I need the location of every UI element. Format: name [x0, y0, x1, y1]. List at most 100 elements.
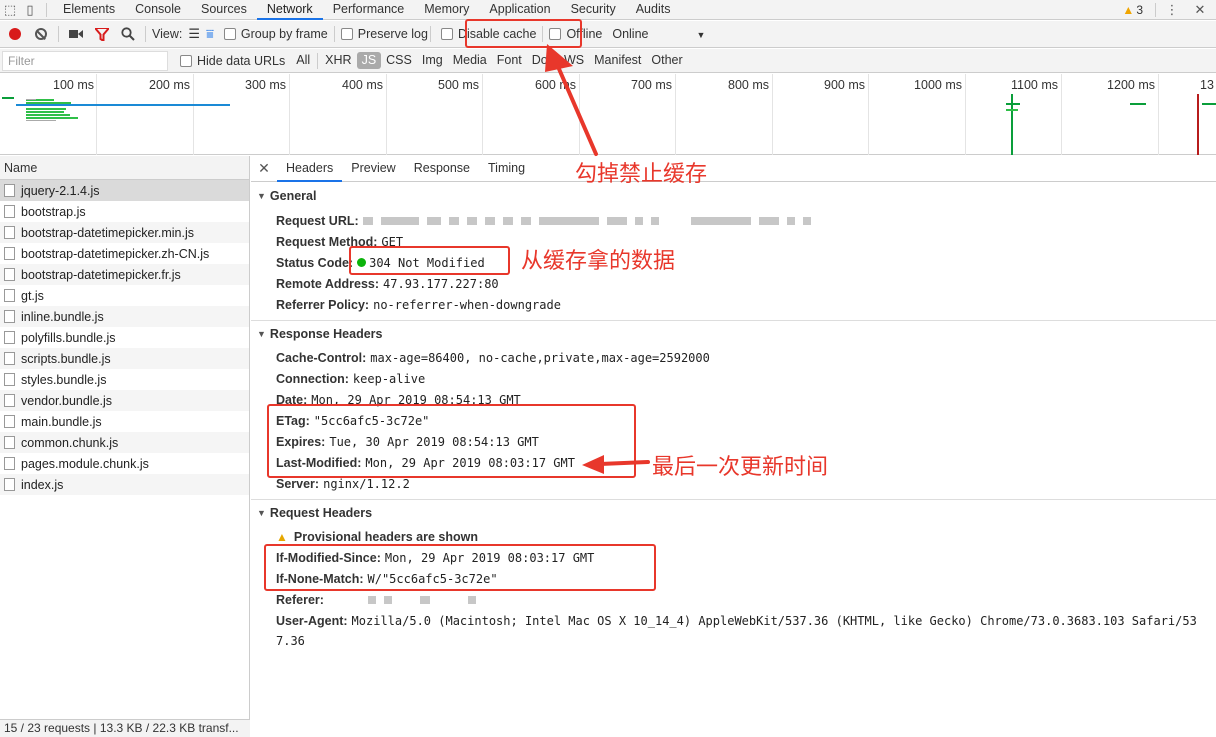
- network-overview-timeline[interactable]: 100 ms 200 ms 300 ms 400 ms 500 ms 600 m…: [0, 74, 1216, 155]
- tab-sources[interactable]: Sources: [191, 0, 257, 20]
- tab-security[interactable]: Security: [561, 0, 626, 20]
- tab-network[interactable]: Network: [256, 0, 323, 20]
- request-row[interactable]: vendor.bundle.js: [0, 390, 249, 411]
- tab-timing[interactable]: Timing: [479, 156, 534, 182]
- offline-checkbox[interactable]: Offline: [549, 27, 602, 41]
- file-icon: [4, 268, 15, 281]
- filter-type-media[interactable]: Media: [448, 52, 492, 69]
- waterfall-overview-icon[interactable]: ⩸: [206, 26, 214, 42]
- toolbar-divider: [145, 26, 146, 42]
- filter-type-all[interactable]: All: [291, 52, 315, 69]
- tab-memory[interactable]: Memory: [414, 0, 479, 20]
- close-devtools-icon[interactable]: ✕: [1190, 0, 1210, 20]
- general-section-toggle[interactable]: ▼ General: [251, 186, 1216, 206]
- name-column-header[interactable]: Name: [0, 156, 249, 180]
- filter-type-img[interactable]: Img: [417, 52, 448, 69]
- file-icon: [4, 247, 15, 260]
- request-row[interactable]: polyfills.bundle.js: [0, 327, 249, 348]
- large-rows-icon[interactable]: ☰: [188, 26, 200, 42]
- filter-type-js[interactable]: JS: [356, 52, 382, 69]
- clear-button[interactable]: [30, 23, 52, 45]
- general-section: ▼ General: [251, 186, 1216, 206]
- filter-funnel-icon: [95, 27, 109, 41]
- network-summary-status: 15 / 23 requests | 13.3 KB / 22.3 KB tra…: [0, 719, 250, 737]
- file-icon: [4, 478, 15, 491]
- tab-response[interactable]: Response: [405, 156, 479, 182]
- redacted-referer: [328, 593, 484, 607]
- request-row[interactable]: gt.js: [0, 285, 249, 306]
- record-button[interactable]: [4, 23, 26, 45]
- filter-divider: [317, 52, 319, 69]
- hide-data-urls-checkbox[interactable]: Hide data URLs: [180, 54, 285, 68]
- toolbar-divider: [58, 26, 59, 42]
- close-details-icon[interactable]: ✕: [251, 160, 277, 177]
- tab-performance[interactable]: Performance: [323, 0, 415, 20]
- filter-type-css[interactable]: CSS: [381, 52, 417, 69]
- from-cache-note: 从缓存拿的数据: [521, 249, 676, 274]
- tab-audits[interactable]: Audits: [626, 0, 681, 20]
- view-label: View:: [152, 27, 183, 41]
- disable-cache-checkbox[interactable]: Disable cache: [440, 27, 536, 41]
- tab-preview[interactable]: Preview: [342, 156, 404, 182]
- checkbox-box[interactable]: [180, 54, 192, 67]
- warning-icon: ▲: [276, 529, 288, 544]
- request-method-row: Request Method: GET: [276, 234, 404, 249]
- filter-toggle-button[interactable]: [91, 23, 113, 45]
- file-icon: [4, 352, 15, 365]
- tab-application[interactable]: Application: [479, 0, 560, 20]
- tab-elements[interactable]: Elements: [53, 0, 125, 20]
- tab-console[interactable]: Console: [125, 0, 191, 20]
- preserve-log-checkbox[interactable]: Preserve log: [340, 27, 428, 41]
- checkbox-box[interactable]: [440, 28, 453, 40]
- tab-headers[interactable]: Headers: [277, 156, 343, 182]
- checkbox-box[interactable]: [340, 28, 353, 40]
- toolbar-divider: [542, 26, 544, 42]
- request-headers-toggle[interactable]: ▼ Request Headers: [251, 503, 1216, 523]
- remote-address-row: Remote Address: 47.93.177.227:80: [276, 276, 499, 291]
- filter-type-font[interactable]: Font: [492, 52, 527, 69]
- filter-type-doc[interactable]: Doc: [527, 52, 559, 69]
- requests-pane: Name jquery-2.1.4.js bootstrap.js bootst…: [0, 156, 250, 737]
- request-row[interactable]: common.chunk.js: [0, 432, 249, 453]
- request-row[interactable]: inline.bundle.js: [0, 306, 249, 327]
- warnings-badge[interactable]: ▲ 3: [1116, 3, 1149, 17]
- checkbox-box[interactable]: [223, 28, 236, 40]
- checkbox-box[interactable]: [549, 28, 562, 40]
- request-row[interactable]: bootstrap-datetimepicker.fr.js: [0, 264, 249, 285]
- request-row[interactable]: bootstrap-datetimepicker.min.js: [0, 222, 249, 243]
- request-row[interactable]: bootstrap-datetimepicker.zh-CN.js: [0, 243, 249, 264]
- if-modified-since-row: If-Modified-Since: Mon, 29 Apr 2019 08:03…: [276, 550, 595, 565]
- search-icon: [121, 27, 135, 41]
- file-icon: [4, 205, 15, 218]
- request-row[interactable]: pages.module.chunk.js: [0, 453, 249, 474]
- filter-input[interactable]: Filter: [2, 50, 168, 71]
- group-by-frame-checkbox[interactable]: Group by frame: [223, 27, 328, 41]
- search-button[interactable]: [117, 23, 139, 45]
- file-icon: [4, 310, 15, 323]
- throttling-select[interactable]: Online ▼: [612, 27, 705, 41]
- response-header-row: Expires: Tue, 30 Apr 2019 08:54:13 GMT: [276, 434, 539, 449]
- response-header-row: Date: Mon, 29 Apr 2019 08:54:13 GMT: [276, 392, 521, 407]
- detail-tabbar: ✕ Headers Preview Response Timing: [251, 156, 1216, 182]
- file-icon: [4, 457, 15, 470]
- request-row[interactable]: styles.bundle.js: [0, 369, 249, 390]
- file-icon: [4, 331, 15, 344]
- capture-screenshots-button[interactable]: [65, 23, 87, 45]
- request-row[interactable]: jquery-2.1.4.js: [0, 180, 249, 201]
- request-row[interactable]: index.js: [0, 474, 249, 495]
- device-toolbar-icon[interactable]: ▯: [20, 0, 40, 20]
- response-header-row: ETag: "5cc6afc5-3c72e": [276, 413, 430, 428]
- request-row[interactable]: main.bundle.js: [0, 411, 249, 432]
- request-row[interactable]: bootstrap.js: [0, 201, 249, 222]
- status-code-row: Status Code: 304 Not Modified: [276, 255, 485, 270]
- more-options-icon[interactable]: ⋮: [1162, 0, 1182, 20]
- filter-type-other[interactable]: Other: [646, 52, 687, 69]
- response-headers-toggle[interactable]: ▼ Response Headers: [251, 324, 1216, 344]
- response-header-row: Server: nginx/1.12.2: [276, 476, 410, 491]
- referrer-policy-row: Referrer Policy: no-referrer-when-downgra…: [276, 297, 561, 312]
- filter-type-ws[interactable]: WS: [559, 52, 589, 69]
- filter-type-xhr[interactable]: XHR: [320, 52, 356, 69]
- filter-type-manifest[interactable]: Manifest: [589, 52, 646, 69]
- request-row[interactable]: scripts.bundle.js: [0, 348, 249, 369]
- inspect-element-icon[interactable]: ⬚: [0, 0, 20, 20]
